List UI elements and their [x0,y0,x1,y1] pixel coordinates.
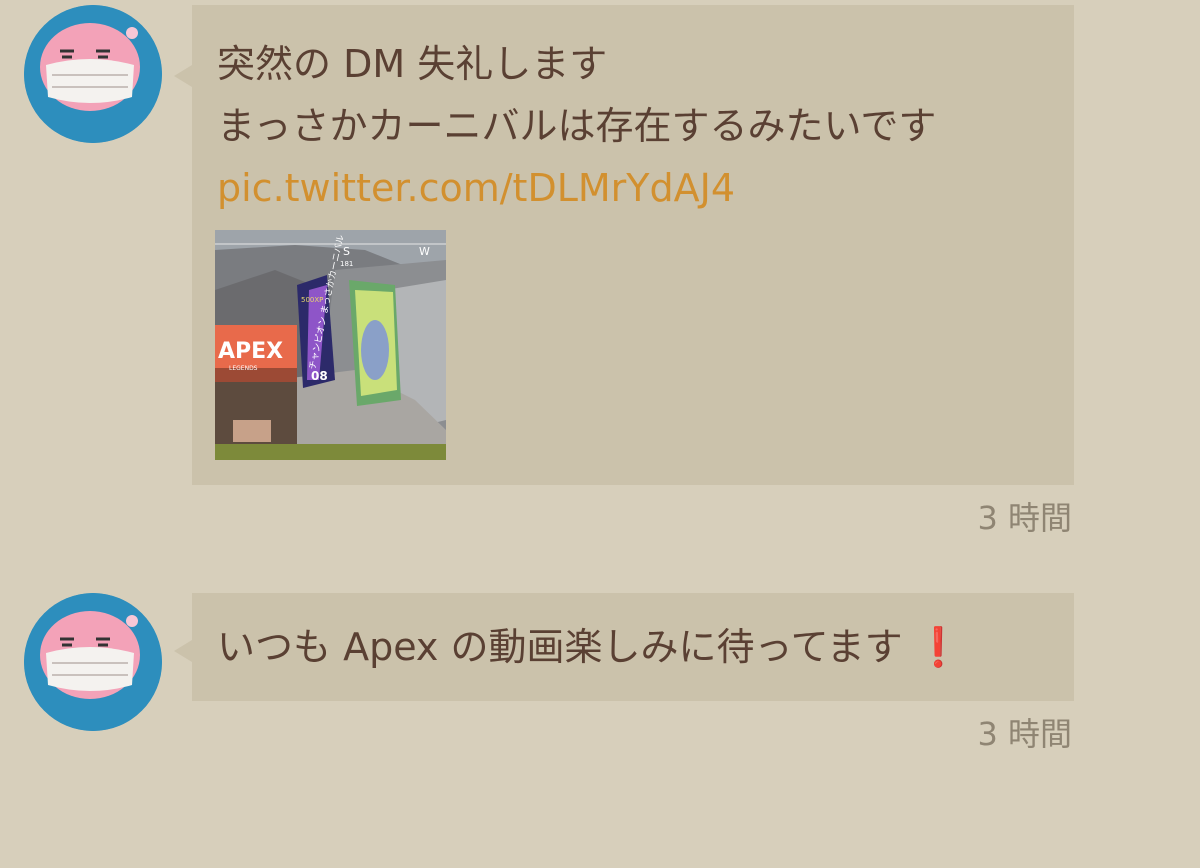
compass-value: 181 [340,260,353,268]
bubble-tail [174,65,192,87]
message-text-body: いつも Apex の動画楽しみに待ってます [217,625,903,669]
message-link[interactable]: pic.twitter.com/tDLMrYdAJ4 [217,157,1074,219]
banner-top: 500XP [301,296,323,304]
timestamp: 3 時間 [977,499,1072,537]
apex-logo-text: APEX [218,339,283,364]
bubble-tail [174,640,192,662]
avatar[interactable] [24,593,162,731]
timestamp: 3 時間 [977,715,1072,753]
exclamation-icon: ❗ [914,625,963,669]
message-bubble[interactable]: いつも Apex の動画楽しみに待ってます ❗ [192,593,1074,701]
message-text: いつも Apex の動画楽しみに待ってます ❗ [217,616,1074,678]
avatar[interactable] [24,5,162,143]
message-line-1: 突然の DM 失礼します [217,42,608,86]
message-bubble[interactable]: 突然の DM 失礼します まっさかカーニバルは存在するみたいです pic.twi… [192,5,1074,485]
message-line-2: まっさかカーニバルは存在するみたいです [217,104,937,148]
apex-logo-sub: LEGENDS [229,365,258,372]
compass-label-2: W [419,245,430,258]
banner-number: 08 [311,369,328,383]
attached-image[interactable]: S W 181 APEX LEGENDS 500XP 08 チャンピオン まっさ… [215,230,446,460]
